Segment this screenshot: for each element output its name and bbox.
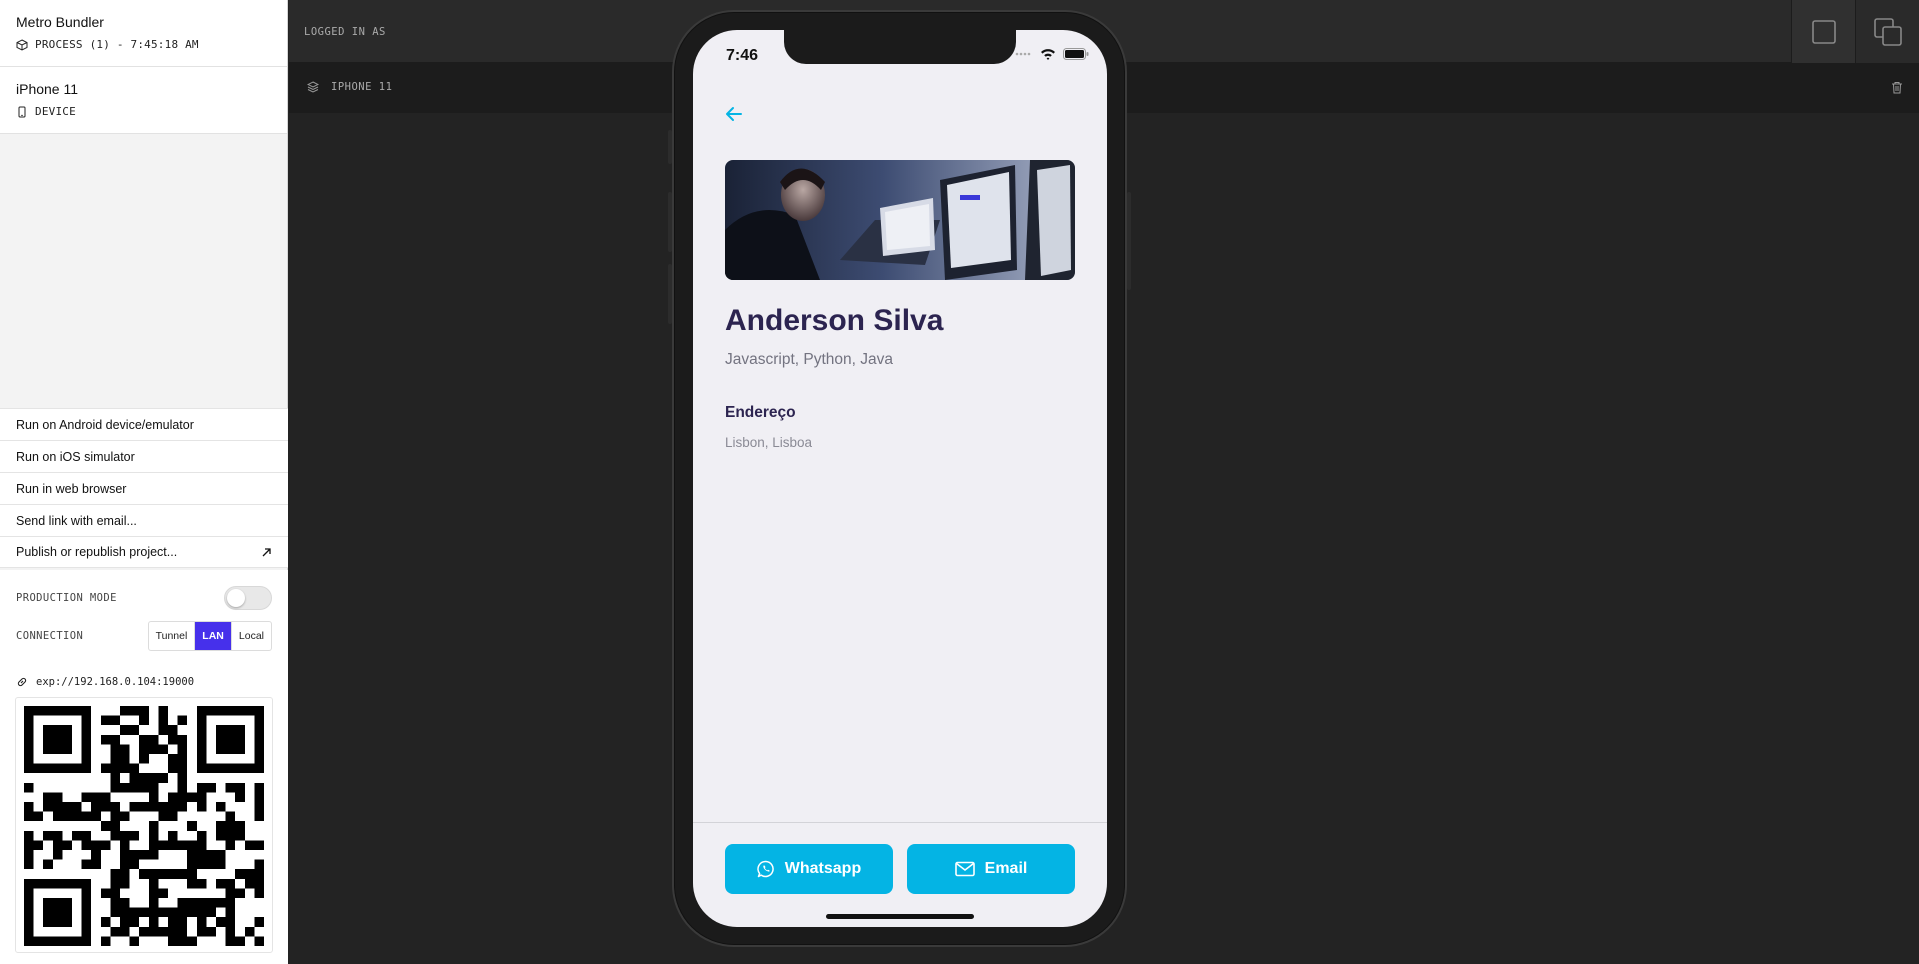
device-title: iPhone 11 — [16, 81, 79, 97]
multi-view-button[interactable] — [1855, 0, 1919, 63]
production-mode-toggle[interactable] — [224, 586, 272, 610]
trash-icon — [1892, 82, 1902, 94]
sidebar: Metro Bundler PROCESS (1) - 7:45:18 AM i… — [0, 0, 288, 964]
delete-device-button[interactable] — [1891, 81, 1903, 99]
publish-button[interactable]: Publish or republish project... — [0, 536, 288, 568]
settings-panel: PRODUCTION MODE CONNECTION Tunnel LAN Lo… — [0, 570, 288, 964]
email-label: Email — [984, 860, 1028, 877]
address-title: Endereço — [725, 404, 796, 421]
whatsapp-icon — [757, 860, 774, 878]
project-url[interactable]: exp://192.168.0.104:19000 — [36, 676, 194, 688]
wifi-icon — [1041, 49, 1055, 60]
power-button — [1127, 192, 1131, 290]
arrow-left-icon — [726, 107, 742, 121]
link-icon — [17, 677, 27, 687]
phone-icon — [18, 106, 26, 117]
layers-icon — [307, 81, 319, 93]
toggle-knob — [227, 589, 245, 607]
profile-skills: Javascript, Python, Java — [725, 351, 893, 368]
device-bar-label: IPHONE 11 — [331, 81, 393, 93]
signal-icon — [1015, 52, 1031, 56]
qr-code-graphic — [24, 706, 264, 946]
box-icon — [16, 38, 28, 51]
production-mode-label: PRODUCTION MODE — [16, 592, 117, 604]
volume-up-button — [668, 192, 672, 252]
whatsapp-button[interactable]: Whatsapp — [725, 844, 893, 894]
device-card[interactable]: iPhone 11 DEVICE — [0, 67, 287, 134]
back-button[interactable] — [725, 106, 743, 127]
status-icons — [1015, 48, 1089, 60]
process-subtitle: PROCESS (1) - 7:45:18 AM — [35, 38, 199, 51]
run-android-button[interactable]: Run on Android device/emulator — [0, 408, 288, 440]
external-arrow-icon — [262, 547, 271, 556]
whatsapp-label: Whatsapp — [784, 860, 862, 877]
iphone-frame: 7:46 Anderson Silva Javascript, Python, … — [668, 10, 1131, 947]
connection-tunnel[interactable]: Tunnel — [149, 622, 195, 650]
logged-in-label: LOGGED IN AS — [304, 26, 386, 38]
status-time: 7:46 — [726, 47, 759, 64]
connection-lan[interactable]: LAN — [194, 622, 231, 650]
device-subtitle: DEVICE — [35, 105, 76, 118]
home-indicator — [826, 914, 974, 919]
contact-footer: Whatsapp Email — [693, 822, 1107, 927]
process-title: Metro Bundler — [16, 14, 104, 30]
run-web-button[interactable]: Run in web browser — [0, 472, 288, 504]
connection-label: CONNECTION — [16, 630, 84, 642]
qr-code — [15, 697, 273, 953]
send-link-button[interactable]: Send link with email... — [0, 504, 288, 536]
mail-icon — [954, 861, 975, 877]
single-view-button[interactable] — [1791, 0, 1855, 63]
run-web-label: Run in web browser — [16, 481, 127, 496]
profile-name: Anderson Silva — [725, 304, 944, 337]
action-list: Run on Android device/emulator Run on iO… — [0, 408, 288, 568]
profile-photo — [725, 160, 1075, 280]
battery-icon — [1063, 48, 1089, 60]
send-link-label: Send link with email... — [16, 513, 137, 528]
publish-label: Publish or republish project... — [16, 545, 178, 559]
app-screen: 7:46 Anderson Silva Javascript, Python, … — [693, 30, 1107, 927]
notch — [784, 30, 1016, 64]
mute-switch — [668, 130, 672, 164]
copy-icon — [1873, 17, 1902, 46]
connection-local[interactable]: Local — [230, 622, 271, 650]
connection-selector: Tunnel LAN Local — [147, 621, 272, 651]
square-icon — [1811, 19, 1836, 44]
address-value: Lisbon, Lisboa — [725, 435, 813, 450]
run-ios-label: Run on iOS simulator — [16, 449, 135, 464]
email-button[interactable]: Email — [907, 844, 1075, 894]
run-ios-button[interactable]: Run on iOS simulator — [0, 440, 288, 472]
run-android-label: Run on Android device/emulator — [16, 417, 194, 432]
volume-down-button — [668, 264, 672, 324]
process-card[interactable]: Metro Bundler PROCESS (1) - 7:45:18 AM — [0, 0, 287, 67]
